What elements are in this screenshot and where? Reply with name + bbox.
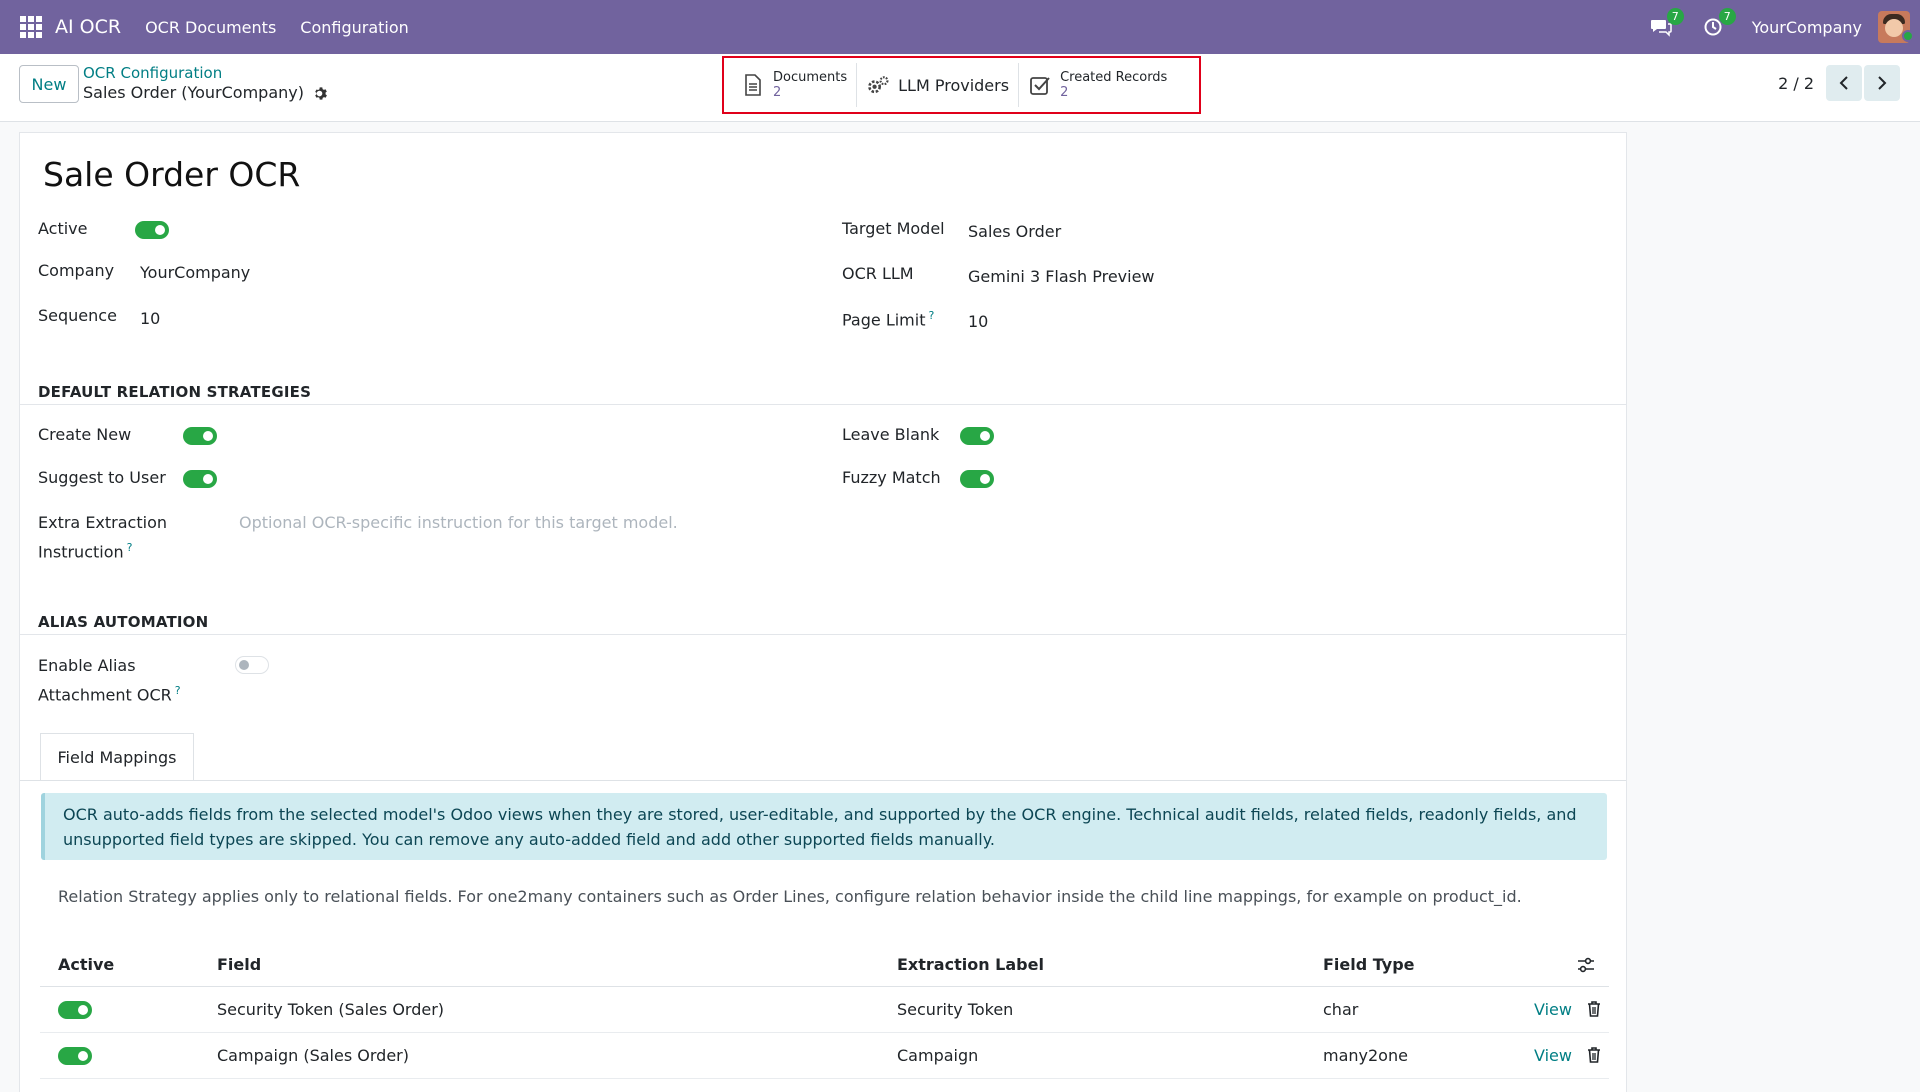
extra-instruction-input[interactable]: Optional OCR-specific instruction for th… <box>239 513 678 532</box>
row-field-type[interactable]: many2one <box>1323 1046 1408 1065</box>
pager: 2 / 2 <box>1778 65 1900 101</box>
page-limit-help-icon[interactable]: ? <box>928 309 934 322</box>
documents-count: 2 <box>773 85 782 100</box>
messages-badge: 7 <box>1666 8 1684 25</box>
row-extraction-label[interactable]: Campaign <box>897 1046 978 1065</box>
company-field[interactable]: YourCompany <box>140 263 250 282</box>
tab-field-mappings[interactable]: Field Mappings <box>40 733 194 781</box>
pager-value[interactable]: 2 / 2 <box>1778 74 1814 93</box>
leave-blank-toggle[interactable] <box>960 427 994 445</box>
target-model-field[interactable]: Sales Order <box>968 222 1061 241</box>
header-field-type[interactable]: Field Type <box>1323 955 1415 974</box>
breadcrumb-parent-link[interactable]: OCR Configuration <box>83 64 327 82</box>
menu-ocr-documents[interactable]: OCR Documents <box>145 18 276 37</box>
header-extraction-label[interactable]: Extraction Label <box>897 955 1044 974</box>
chevron-right-icon <box>1878 76 1887 90</box>
pager-previous-button[interactable] <box>1826 65 1862 101</box>
active-toggle[interactable] <box>135 221 169 239</box>
documents-smart-button[interactable]: Documents 2 <box>732 63 858 107</box>
create-new-label: Create New <box>38 425 132 444</box>
row-view-button[interactable]: View <box>1534 1046 1572 1065</box>
extra-instruction-label: Extra Extraction Instruction? <box>38 510 167 564</box>
smart-buttons-box: Documents 2 LLM Providers Created Record… <box>722 56 1201 114</box>
app-name[interactable]: AI OCR <box>55 16 121 38</box>
pager-next-button[interactable] <box>1864 65 1900 101</box>
target-model-label: Target Model <box>842 219 945 238</box>
record-title[interactable]: Sale Order OCR <box>43 155 300 194</box>
alias-label: Enable Alias Attachment OCR? <box>38 653 181 707</box>
messages-icon[interactable]: 7 <box>1648 8 1684 40</box>
alias-label-line2: Attachment OCR <box>38 685 172 705</box>
relation-note: Relation Strategy applies only to relati… <box>58 887 1522 906</box>
header-active[interactable]: Active <box>58 955 114 974</box>
extra-instruction-help-icon[interactable]: ? <box>127 541 133 554</box>
row-field[interactable]: Campaign (Sales Order) <box>217 1046 409 1065</box>
gears-icon <box>866 73 890 97</box>
online-status-icon <box>1902 30 1914 42</box>
company-label: Company <box>38 261 115 280</box>
section-relation-strategies: DEFAULT RELATION STRATEGIES <box>38 383 312 401</box>
fuzzy-match-label: Fuzzy Match <box>842 468 941 487</box>
section-alias-automation: ALIAS AUTOMATION <box>38 613 209 631</box>
table-header: Active Field Extraction Label Field Type <box>40 943 1609 987</box>
menu-configuration[interactable]: Configuration <box>300 18 409 37</box>
info-alert: OCR auto-adds fields from the selected m… <box>41 793 1607 860</box>
trash-icon[interactable] <box>1586 1000 1602 1018</box>
created-records-count: 2 <box>1060 85 1069 100</box>
field-mappings-table: Active Field Extraction Label Field Type… <box>40 943 1609 1079</box>
control-panel: New OCR Configuration Sales Order (YourC… <box>0 54 1920 122</box>
top-navbar: AI OCR OCR Documents Configuration 7 7 Y… <box>0 0 1920 54</box>
ocr-llm-field[interactable]: Gemini 3 Flash Preview <box>968 267 1155 286</box>
fuzzy-match-toggle[interactable] <box>960 470 994 488</box>
header-field[interactable]: Field <box>217 955 261 974</box>
page-limit-text: Page Limit <box>842 310 926 330</box>
extra-instruction-line1: Extra Extraction <box>38 513 167 532</box>
created-records-smart-button[interactable]: Created Records 2 <box>1019 63 1176 107</box>
ocr-llm-label: OCR LLM <box>842 264 914 283</box>
alias-toggle[interactable] <box>235 656 269 674</box>
new-button[interactable]: New <box>19 65 79 103</box>
activities-icon[interactable]: 7 <box>1700 8 1736 40</box>
page-limit-label: Page Limit? <box>842 309 934 329</box>
chevron-left-icon <box>1839 76 1848 90</box>
row-active-toggle[interactable] <box>58 1047 92 1065</box>
section-divider-alias <box>20 634 1626 635</box>
row-field-type[interactable]: char <box>1323 1000 1358 1019</box>
section-divider <box>20 404 1626 405</box>
alias-help-icon[interactable]: ? <box>175 684 181 697</box>
breadcrumb-current: Sales Order (YourCompany) <box>83 83 327 103</box>
active-label: Active <box>38 219 88 238</box>
page-limit-field[interactable]: 10 <box>968 312 988 331</box>
alias-label-line1: Enable Alias <box>38 656 136 675</box>
gear-icon[interactable] <box>312 86 327 101</box>
leave-blank-label: Leave Blank <box>842 425 940 444</box>
llm-providers-smart-button[interactable]: LLM Providers <box>857 63 1020 107</box>
activities-badge: 7 <box>1718 8 1736 25</box>
documents-label: Documents <box>773 70 848 85</box>
record-name: Sales Order (YourCompany) <box>83 83 304 102</box>
check-square-icon <box>1028 73 1052 97</box>
tab-divider <box>20 780 1626 781</box>
breadcrumb: OCR Configuration Sales Order (YourCompa… <box>83 64 327 103</box>
table-row[interactable]: Security Token (Sales Order) Security To… <box>40 987 1609 1033</box>
document-icon <box>741 73 765 97</box>
row-active-toggle[interactable] <box>58 1001 92 1019</box>
table-row[interactable]: Campaign (Sales Order) Campaign many2one… <box>40 1033 1609 1079</box>
column-settings-icon[interactable] <box>1577 957 1595 973</box>
company-switcher[interactable]: YourCompany <box>1752 18 1862 37</box>
sequence-label: Sequence <box>38 306 117 325</box>
suggest-toggle[interactable] <box>183 470 217 488</box>
trash-icon[interactable] <box>1586 1046 1602 1064</box>
suggest-label: Suggest to User <box>38 468 166 487</box>
created-records-label: Created Records <box>1060 70 1168 85</box>
extra-instruction-line2: Instruction <box>38 542 124 562</box>
form-sheet: Sale Order OCR Active Company YourCompan… <box>19 132 1627 1092</box>
llm-providers-label: LLM Providers <box>898 75 1010 95</box>
row-field[interactable]: Security Token (Sales Order) <box>217 1000 444 1019</box>
apps-grid-icon[interactable] <box>20 16 42 38</box>
create-new-toggle[interactable] <box>183 427 217 445</box>
row-view-button[interactable]: View <box>1534 1000 1572 1019</box>
row-extraction-label[interactable]: Security Token <box>897 1000 1013 1019</box>
sequence-field[interactable]: 10 <box>140 309 160 328</box>
